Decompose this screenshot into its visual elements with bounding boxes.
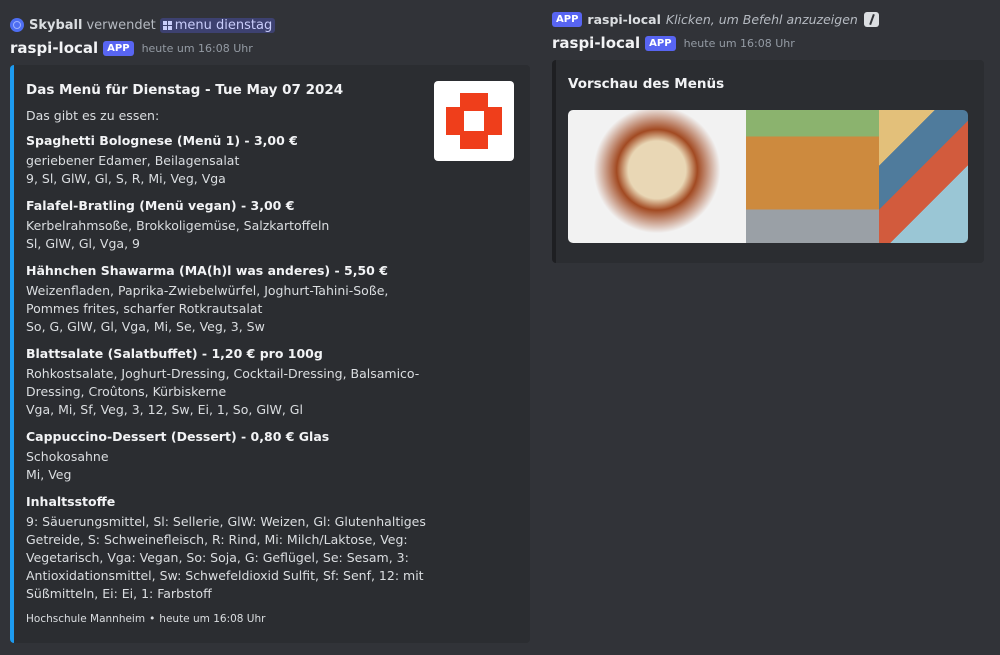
footer-separator: • — [149, 613, 156, 625]
command-reply-line[interactable]: APP raspi-local Klicken, um Befehl anzuz… — [552, 9, 992, 29]
command-reply-line[interactable]: Skyball verwendet menu dienstag — [10, 15, 530, 35]
author-name[interactable]: raspi-local — [552, 34, 640, 52]
slash-command-icon — [863, 11, 879, 27]
menu-embed: Das Menü für Dienstag - Tue May 07 2024 … — [10, 65, 530, 643]
message-header: raspi-local APP heute um 16:08 Uhr — [552, 32, 992, 54]
author-name[interactable]: raspi-local — [10, 39, 98, 57]
embed-title: Vorschau des Menüs — [568, 76, 725, 92]
field-value: Schokosahne Mi, Veg — [26, 449, 109, 482]
preview-embed: Vorschau des Menüs — [552, 60, 984, 263]
field-name: Inhaltsstoffe — [26, 494, 116, 509]
show-command-hint[interactable]: Klicken, um Befehl anzuzeigen — [666, 12, 858, 27]
image-gallery — [568, 110, 968, 243]
field-value: Kerbelrahmsoße, Brokkoligemüse, Salzkart… — [26, 218, 330, 251]
field-value: Rohkostsalate, Joghurt-Dressing, Cocktai… — [26, 366, 420, 417]
field-name: Blattsalate (Salatbuffet) - 1,20 € pro 1… — [26, 346, 323, 361]
footer-source: Hochschule Mannheim — [26, 613, 146, 625]
left-message: Skyball verwendet menu dienstag raspi-lo… — [10, 0, 530, 643]
field-name: Cappuccino-Dessert (Dessert) - 0,80 € Gl… — [26, 429, 330, 444]
field-name: Falafel-Bratling (Menü vegan) - 3,00 € — [26, 198, 295, 213]
reply-verb: verwendet — [86, 17, 156, 33]
embed-footer: Hochschule Mannheim • heute um 16:08 Uhr — [26, 613, 514, 625]
timestamp[interactable]: heute um 16:08 Uhr — [684, 37, 795, 50]
menu-field: Blattsalate (Salatbuffet) - 1,20 € pro 1… — [26, 345, 514, 419]
field-name: Hähnchen Shawarma (MA(h)l was anderes) -… — [26, 263, 388, 278]
field-value: 9: Säuerungsmittel, Sl: Sellerie, GlW: W… — [26, 514, 426, 601]
footer-time: heute um 16:08 Uhr — [159, 613, 266, 625]
globe-avatar-icon[interactable] — [10, 18, 24, 32]
menu-field: Falafel-Bratling (Menü vegan) - 3,00 € K… — [26, 197, 514, 253]
spaghetti-image[interactable] — [568, 110, 746, 243]
allergen-field: Inhaltsstoffe 9: Säuerungsmittel, Sl: Se… — [26, 493, 514, 603]
timestamp[interactable]: heute um 16:08 Uhr — [142, 42, 253, 55]
reply-username[interactable]: Skyball — [29, 18, 82, 33]
reply-author[interactable]: raspi-local — [587, 12, 660, 27]
command-name: menu dienstag — [174, 17, 273, 33]
app-badge: APP — [103, 40, 134, 56]
shawarma-image[interactable] — [879, 110, 968, 243]
menu-field: Hähnchen Shawarma (MA(h)l was anderes) -… — [26, 262, 514, 336]
menu-field: Cappuccino-Dessert (Dessert) - 0,80 € Gl… — [26, 428, 514, 484]
command-grid-icon — [162, 20, 172, 30]
message-header: raspi-local APP heute um 16:08 Uhr — [10, 37, 530, 59]
app-badge: APP — [552, 11, 583, 27]
hochschule-logo-icon — [446, 93, 502, 149]
app-badge: APP — [645, 35, 676, 51]
falafel-image[interactable] — [746, 110, 879, 243]
slash-command-chip[interactable]: menu dienstag — [159, 17, 276, 33]
embed-thumbnail[interactable] — [434, 81, 514, 161]
right-message: APP raspi-local Klicken, um Befehl anzuz… — [552, 0, 992, 263]
field-value: Weizenfladen, Paprika-Zwiebelwürfel, Jog… — [26, 283, 389, 334]
